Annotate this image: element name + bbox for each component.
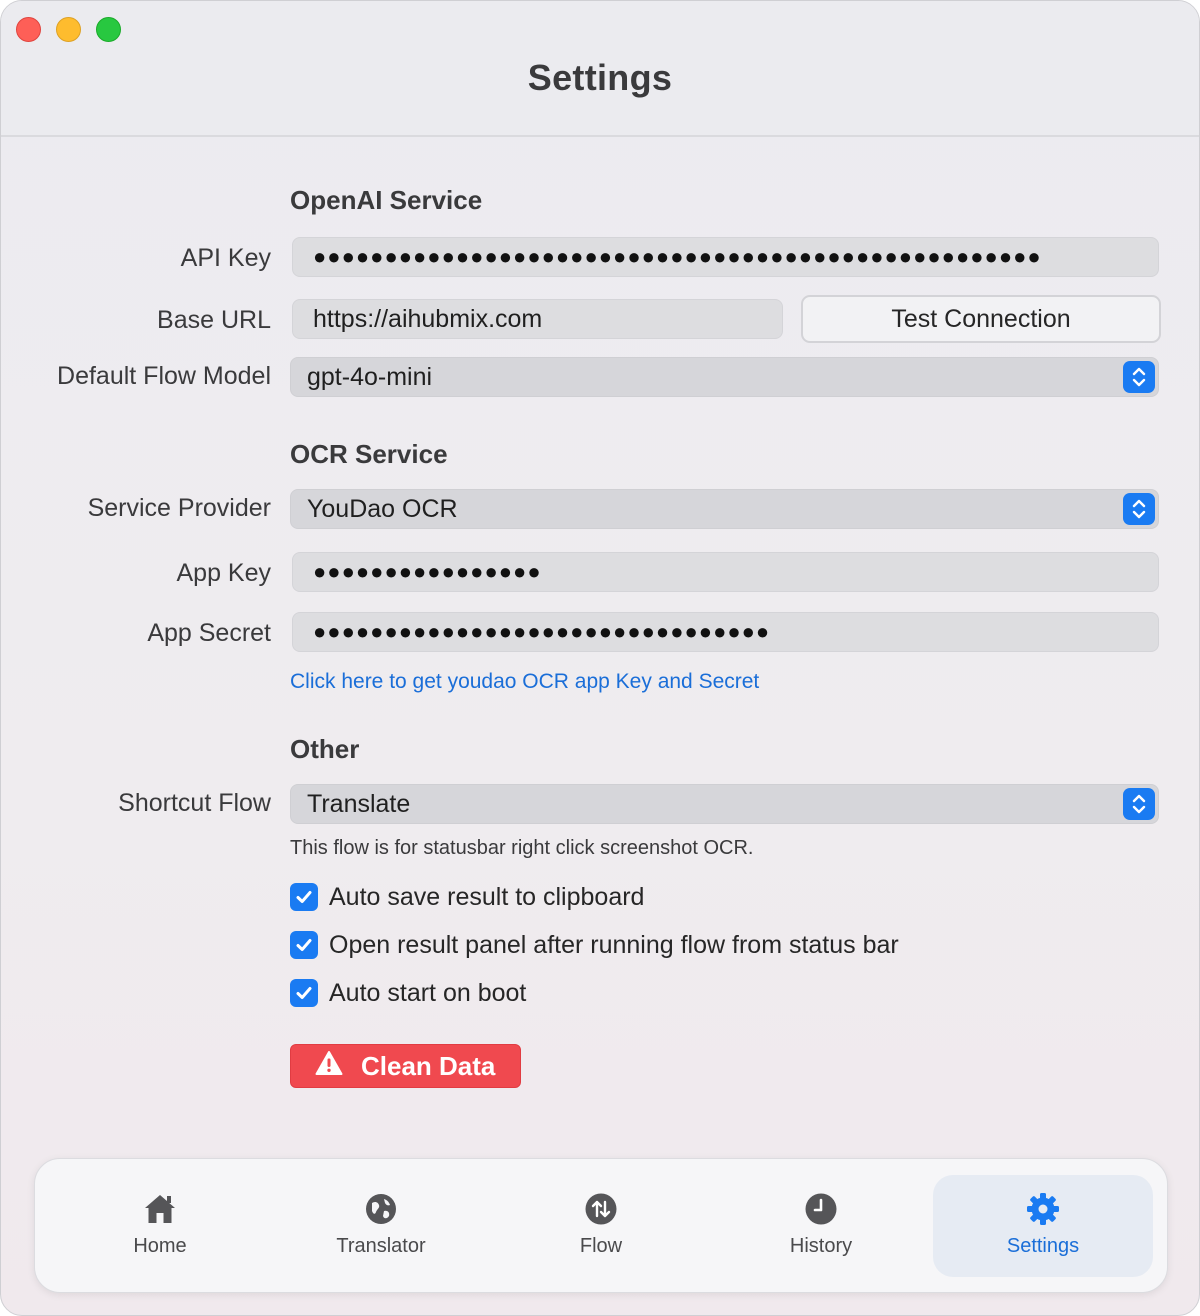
clean-data-button[interactable]: Clean Data bbox=[290, 1044, 521, 1088]
shortcut-flow-label: Shortcut Flow bbox=[118, 789, 271, 817]
chevron-up-down-icon bbox=[1123, 361, 1155, 393]
default-flow-model-select[interactable]: gpt-4o-mini bbox=[290, 357, 1159, 397]
test-connection-button[interactable]: Test Connection bbox=[801, 295, 1161, 343]
checkbox-checked-icon[interactable] bbox=[290, 931, 318, 959]
gear-icon bbox=[1025, 1191, 1061, 1227]
app-key-label: App Key bbox=[176, 559, 271, 587]
openai-section-header: OpenAI Service bbox=[290, 185, 483, 215]
ocr-section-header: OCR Service bbox=[290, 439, 448, 469]
arrows-up-down-icon bbox=[583, 1191, 619, 1227]
tab-home[interactable]: Home bbox=[50, 1175, 270, 1277]
default-flow-model-label: Default Flow Model bbox=[57, 362, 271, 390]
chevron-up-down-icon bbox=[1123, 788, 1155, 820]
tab-flow-label: Flow bbox=[579, 1235, 623, 1257]
shortcut-flow-value: Translate bbox=[307, 790, 411, 818]
shortcut-flow-select[interactable]: Translate bbox=[290, 784, 1159, 824]
api-key-label: API Key bbox=[180, 244, 271, 272]
warning-icon bbox=[315, 1050, 343, 1083]
app-secret-field[interactable]: ●●●●●●●●●●●●●●●●●●●●●●●●●●●●●●●● bbox=[292, 612, 1159, 652]
auto-save-checkbox-row[interactable]: Auto save result to clipboard bbox=[290, 882, 644, 912]
chevron-up-down-icon bbox=[1123, 493, 1155, 525]
base-url-label: Base URL bbox=[157, 306, 271, 334]
open-panel-label: Open result panel after running flow fro… bbox=[329, 930, 899, 959]
tab-flow[interactable]: Flow bbox=[491, 1175, 711, 1277]
tab-bar: Home Translator Flow History Settings bbox=[34, 1158, 1168, 1293]
service-provider-select[interactable]: YouDao OCR bbox=[290, 489, 1159, 529]
app-secret-label: App Secret bbox=[147, 619, 271, 647]
open-panel-checkbox-row[interactable]: Open result panel after running flow fro… bbox=[290, 930, 899, 960]
other-section-header: Other bbox=[290, 734, 360, 764]
clock-icon bbox=[803, 1191, 839, 1227]
close-window-button[interactable] bbox=[16, 17, 41, 42]
app-key-field[interactable]: ●●●●●●●●●●●●●●●● bbox=[292, 552, 1159, 592]
auto-start-checkbox-row[interactable]: Auto start on boot bbox=[290, 978, 526, 1008]
default-flow-model-value: gpt-4o-mini bbox=[307, 363, 433, 391]
tab-translator-label: Translator bbox=[336, 1235, 426, 1257]
window-title: Settings bbox=[527, 57, 673, 98]
tab-translator[interactable]: Translator bbox=[271, 1175, 491, 1277]
api-key-field[interactable]: ●●●●●●●●●●●●●●●●●●●●●●●●●●●●●●●●●●●●●●●●… bbox=[292, 237, 1159, 277]
tab-settings[interactable]: Settings bbox=[933, 1175, 1153, 1277]
checkbox-checked-icon[interactable] bbox=[290, 979, 318, 1007]
clean-data-label: Clean Data bbox=[361, 1050, 496, 1081]
settings-window: Settings OpenAI Service API Key ●●●●●●●●… bbox=[0, 0, 1200, 1316]
zoom-window-button[interactable] bbox=[96, 17, 121, 42]
tab-history-label: History bbox=[789, 1235, 853, 1257]
tab-settings-label: Settings bbox=[1006, 1235, 1080, 1257]
service-provider-value: YouDao OCR bbox=[307, 495, 458, 523]
auto-save-label: Auto save result to clipboard bbox=[329, 882, 645, 911]
checkbox-checked-icon[interactable] bbox=[290, 883, 318, 911]
auto-start-label: Auto start on boot bbox=[329, 978, 527, 1007]
globe-icon bbox=[363, 1191, 399, 1227]
service-provider-label: Service Provider bbox=[87, 494, 271, 522]
youdao-key-link[interactable]: Click here to get youdao OCR app Key and… bbox=[290, 670, 759, 694]
tab-history[interactable]: History bbox=[711, 1175, 931, 1277]
shortcut-flow-hint: This flow is for statusbar right click s… bbox=[290, 837, 754, 859]
minimize-window-button[interactable] bbox=[56, 17, 81, 42]
home-icon bbox=[142, 1191, 178, 1227]
title-bar: Settings bbox=[1, 1, 1199, 137]
tab-home-label: Home bbox=[133, 1235, 187, 1257]
base-url-field[interactable]: https://aihubmix.com bbox=[292, 299, 783, 339]
